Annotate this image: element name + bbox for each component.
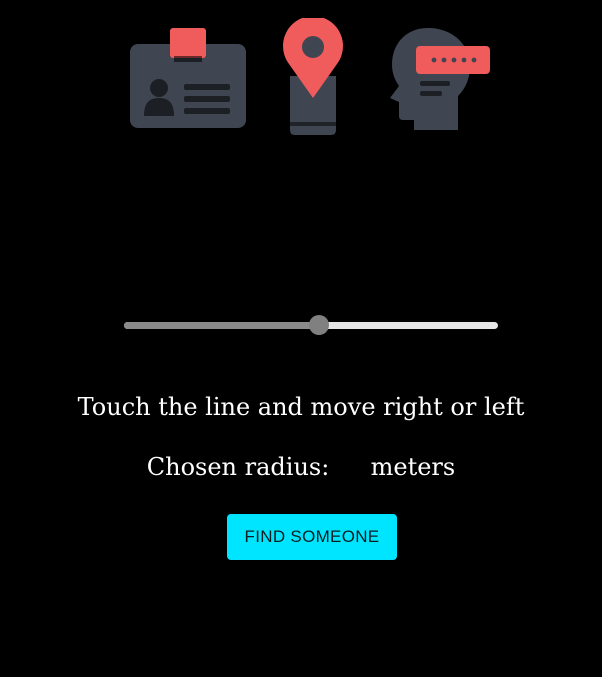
radius-unit: meters [370,453,456,481]
location-pin-icon [283,18,343,135]
instruction-text: Touch the line and move right or left [77,393,525,421]
radius-slider[interactable] [122,314,500,338]
radius-row: Chosen radius: meters [0,453,602,481]
slider-fill [124,322,317,329]
slider-thumb[interactable] [308,315,329,335]
find-someone-button[interactable]: FIND SOMEONE [227,514,397,560]
radius-label: Chosen radius: [146,453,330,481]
page: Touch the line and move right or left Ch… [0,0,602,677]
id-card-icon [130,28,246,128]
head-password-icon [390,28,490,130]
